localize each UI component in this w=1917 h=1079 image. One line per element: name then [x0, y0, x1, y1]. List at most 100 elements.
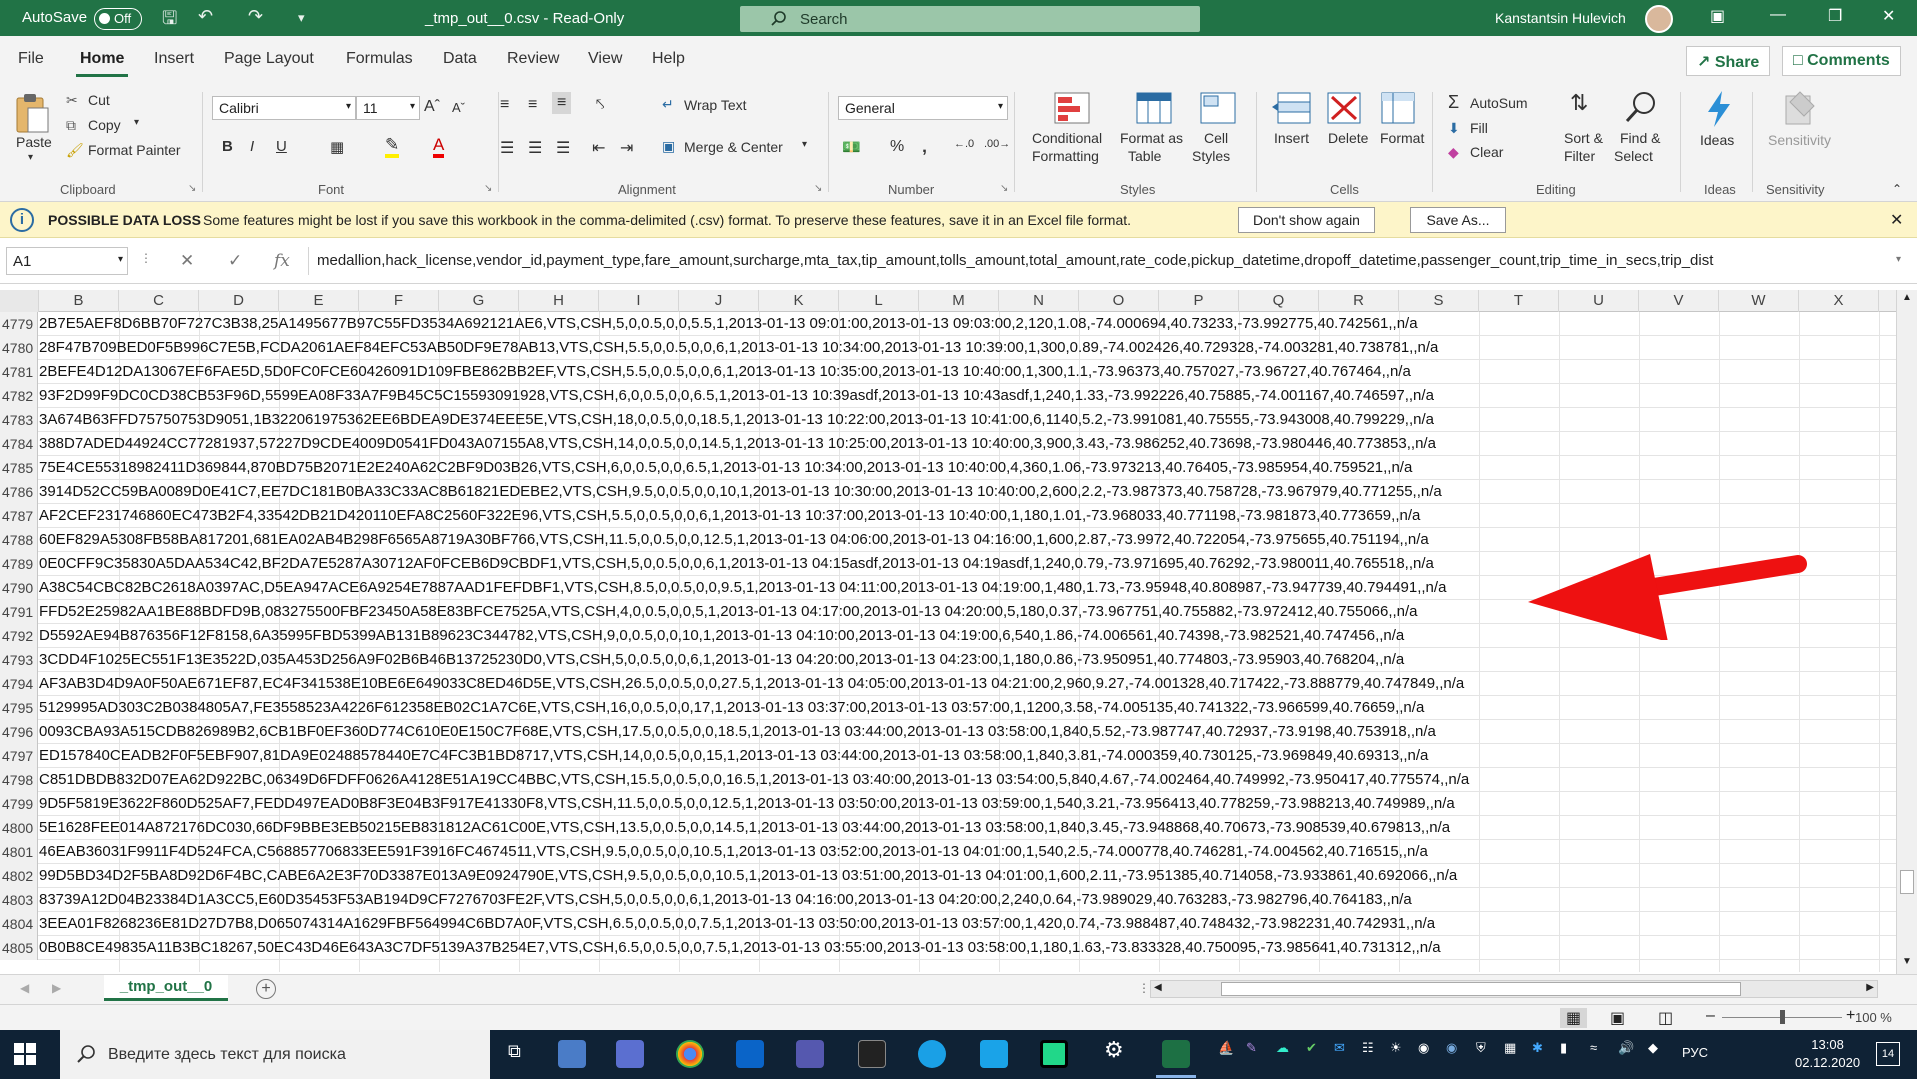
table-row[interactable]: 4793 3CDD4F1025EC551F13E3522D,035A453D256… — [0, 648, 1896, 672]
align-top-icon[interactable]: ≡ — [500, 96, 509, 114]
save-as-button[interactable]: Save As... — [1410, 207, 1506, 233]
row-data-cell[interactable]: 75E4CE55318982411D369844,870BD75B2071E2E… — [39, 456, 1412, 480]
row-data-cell[interactable]: 0E0CFF9C35830A5DAA534C42,BF2DA7E5287A307… — [39, 552, 1434, 576]
outlook-icon[interactable] — [736, 1040, 764, 1068]
tray-app-icon[interactable]: ✎ — [1246, 1040, 1257, 1056]
tab-page-layout[interactable]: Page Layout — [224, 50, 314, 68]
save-icon[interactable]: 🖫 — [162, 6, 177, 36]
align-right-icon[interactable]: ☰ — [556, 138, 570, 158]
enter-icon[interactable]: ✓ — [228, 251, 242, 271]
row-data-cell[interactable]: ED157840CEADB2F0F5EBF907,81DA9E024885784… — [39, 744, 1428, 768]
format-as-table-label[interactable]: Table — [1128, 148, 1161, 164]
row-data-cell[interactable]: 388D7ADED44924CC77281937,57227D9CDE4009D… — [39, 432, 1436, 456]
row-number[interactable]: 4788 — [0, 528, 38, 552]
terminal-icon[interactable] — [858, 1040, 886, 1068]
align-middle-icon[interactable]: ≡ — [528, 96, 537, 114]
row-data-cell[interactable]: 5129995AD303C2B0384805A7,FE3558523A4226F… — [39, 696, 1424, 720]
column-header-cell[interactable]: F — [359, 290, 439, 312]
sheet-tab[interactable]: _tmp_out__0 — [104, 975, 228, 1001]
system-clock[interactable]: 13:08 02.12.2020 — [1795, 1036, 1860, 1072]
row-data-cell[interactable]: 99D5BD34D2F5BA8D92D6F4BC,CABE6A2E3F70D33… — [39, 864, 1457, 888]
row-number[interactable]: 4781 — [0, 360, 38, 384]
tray-app-icon[interactable]: ✔ — [1306, 1040, 1317, 1056]
font-name-select[interactable]: Calibri ▾ — [212, 96, 356, 120]
sort-filter-button[interactable]: Sort & — [1564, 130, 1603, 146]
table-row[interactable]: 4796 0093CBA93A515CDB826989B2,6CB1BF0EF36… — [0, 720, 1896, 744]
restore-icon[interactable]: ❐ — [1828, 6, 1842, 26]
column-header-cell[interactable]: D — [199, 290, 279, 312]
row-number[interactable]: 4799 — [0, 792, 38, 816]
tray-app-icon[interactable]: ☷ — [1362, 1040, 1374, 1056]
row-number[interactable]: 4804 — [0, 912, 38, 936]
zoom-in-icon[interactable]: + — [1846, 1007, 1855, 1025]
bold-button[interactable]: B — [222, 138, 233, 155]
dropbox-icon[interactable]: ◆ — [1648, 1040, 1658, 1056]
table-row[interactable]: 4787 AF2CEF231746860EC473B2F4,33542DB21D4… — [0, 504, 1896, 528]
sort-filter-label[interactable]: Filter — [1564, 148, 1595, 164]
orientation-icon[interactable]: ⤣ — [596, 96, 604, 113]
notification-center-icon[interactable]: 14 — [1876, 1042, 1900, 1066]
formula-input[interactable]: medallion,hack_license,vendor_id,payment… — [308, 247, 1908, 275]
decrease-indent-icon[interactable]: ⇤ — [592, 138, 605, 158]
cancel-icon[interactable]: ✕ — [180, 251, 194, 271]
row-number[interactable]: 4797 — [0, 744, 38, 768]
battery-icon[interactable]: ▮ — [1560, 1040, 1567, 1056]
close-icon[interactable]: ✕ — [1890, 210, 1903, 230]
format-as-table-button[interactable]: Format as — [1120, 130, 1183, 146]
chrome-icon[interactable] — [676, 1040, 704, 1068]
next-sheet-icon[interactable]: ▶ — [52, 981, 61, 995]
input-language[interactable]: РУС — [1682, 1045, 1708, 1060]
undo-icon[interactable]: ↶ — [198, 6, 213, 27]
zoom-slider-thumb[interactable] — [1780, 1010, 1785, 1024]
row-data-cell[interactable]: 83739A12D04B23384D1A3CC5,E60D35453F53AB1… — [39, 888, 1412, 912]
column-header-cell[interactable]: E — [279, 290, 359, 312]
autosave-toggle[interactable]: Off — [94, 8, 142, 30]
row-number[interactable]: 4798 — [0, 768, 38, 792]
tab-data[interactable]: Data — [443, 50, 477, 68]
tray-app-icon[interactable]: ☁ — [1276, 1040, 1289, 1056]
row-number[interactable]: 4791 — [0, 600, 38, 624]
file-name[interactable]: _tmp_out__0.csv - Read-Only — [425, 10, 624, 27]
windows-start-icon[interactable] — [14, 1043, 36, 1065]
row-number[interactable]: 4805 — [0, 936, 38, 960]
tray-app-icon[interactable]: ◉ — [1418, 1040, 1429, 1056]
column-header-cell[interactable]: K — [759, 290, 839, 312]
volume-icon[interactable]: 🔊 — [1618, 1040, 1634, 1056]
row-number[interactable]: 4801 — [0, 840, 38, 864]
tray-app-icon[interactable]: ☀ — [1390, 1040, 1402, 1056]
row-number[interactable]: 4787 — [0, 504, 38, 528]
skype-icon[interactable] — [918, 1040, 946, 1068]
horizontal-scroll-thumb[interactable] — [1221, 982, 1741, 996]
search-box[interactable]: Search — [740, 6, 1200, 32]
table-row[interactable]: 4799 9D5F5819E3622F860D525AF7,FEDD497EAD0… — [0, 792, 1896, 816]
font-color-icon[interactable]: A — [433, 136, 445, 158]
add-sheet-icon[interactable]: + — [256, 979, 276, 999]
increase-indent-icon[interactable]: ⇥ — [620, 138, 633, 158]
dont-show-again-button[interactable]: Don't show again — [1238, 207, 1375, 233]
horizontal-scrollbar[interactable]: ◀ ▶ — [1150, 980, 1878, 998]
user-name[interactable]: Kanstantsin Hulevich — [1495, 10, 1626, 26]
spreadsheet-grid[interactable]: 4779 2B7E5AEF8D6BB70F727C3B38,25A1495677B… — [0, 312, 1896, 972]
column-header-cell[interactable]: M — [919, 290, 999, 312]
row-data-cell[interactable]: 9D5F5819E3622F860D525AF7,FEDD497EAD0B8F3… — [39, 792, 1455, 816]
row-data-cell[interactable]: 93F2D99F9DC0CD38CB53F96D,5599EA08F33A7F9… — [39, 384, 1434, 408]
ribbon-display-icon[interactable]: ▣ — [1710, 6, 1725, 26]
alignment-launcher-icon[interactable]: ↘ — [814, 183, 822, 194]
column-header-cell[interactable]: O — [1079, 290, 1159, 312]
teams-icon[interactable] — [796, 1040, 824, 1068]
prev-sheet-icon[interactable]: ◀ — [20, 981, 29, 995]
align-left-icon[interactable]: ☰ — [500, 138, 514, 158]
row-number[interactable]: 4785 — [0, 456, 38, 480]
zoom-level[interactable]: 100 % — [1855, 1010, 1892, 1025]
tray-app-icon[interactable]: ⛵ — [1218, 1040, 1234, 1056]
clipboard-launcher-icon[interactable]: ↘ — [188, 183, 196, 194]
row-number[interactable]: 4784 — [0, 432, 38, 456]
table-row[interactable]: 4805 0B0B8CE49835A11B3BC18267,50EC43D46E6… — [0, 936, 1896, 960]
merge-dropdown-icon[interactable]: ▾ — [802, 139, 807, 150]
align-bottom-icon[interactable]: ≡ — [552, 92, 572, 114]
row-data-cell[interactable]: A38C54CBC82BC2618A0397AC,D5EA947ACE6A925… — [39, 576, 1446, 600]
column-header-cell[interactable]: W — [1719, 290, 1799, 312]
row-data-cell[interactable]: 0093CBA93A515CDB826989B2,6CB1BF0EF360D77… — [39, 720, 1436, 744]
column-header-cell[interactable]: R — [1319, 290, 1399, 312]
row-number[interactable]: 4794 — [0, 672, 38, 696]
